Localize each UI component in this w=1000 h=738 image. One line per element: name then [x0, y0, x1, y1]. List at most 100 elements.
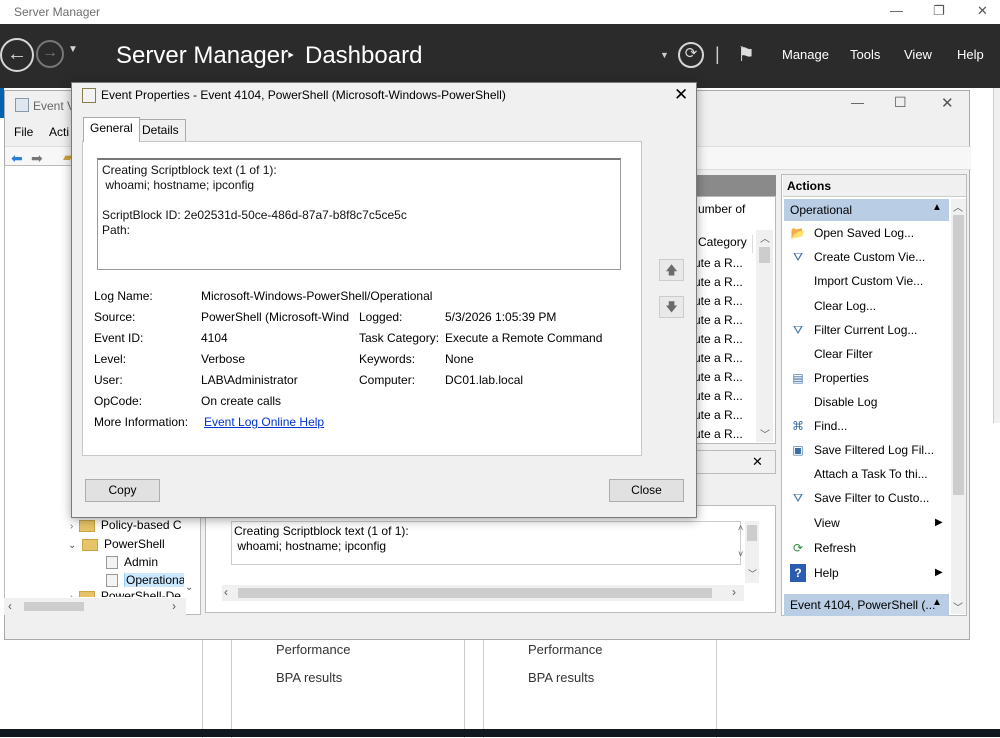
list-scrollbar[interactable]: ︿ ﹀ [756, 230, 773, 442]
collapse-icon[interactable]: ▲ [932, 202, 942, 213]
event-log-online-help-link[interactable]: Event Log Online Help [204, 415, 324, 429]
collapse-icon[interactable]: ▲ [932, 597, 942, 608]
history-dropdown-icon[interactable]: ▼ [68, 44, 78, 55]
event-row-category[interactable]: ute a R... [694, 332, 743, 346]
scroll-down-icon[interactable]: ˅ [738, 549, 743, 559]
tab-details[interactable]: Details [135, 119, 186, 141]
scroll-down-icon[interactable]: ﹀ [748, 567, 757, 580]
action-item[interactable]: Clear Log... [790, 297, 950, 319]
action-item[interactable]: ▣ Save Filtered Log Fil... [790, 441, 950, 463]
close-preview-icon[interactable]: ✕ [752, 454, 763, 470]
menu-help[interactable]: Help [957, 47, 984, 62]
tile-performance[interactable]: Performance [276, 642, 350, 657]
scroll-thumb[interactable] [953, 215, 964, 495]
tab-general[interactable]: General [83, 117, 140, 142]
next-event-button[interactable]: 🡇 [659, 296, 684, 318]
logged-value: 5/3/2026 1:05:39 PM [445, 310, 557, 324]
scroll-right-icon[interactable]: › [732, 585, 736, 599]
action-item[interactable]: ⛛ Filter Current Log... [790, 321, 950, 343]
grid-header [696, 175, 776, 197]
event-properties-dialog: Event Properties - Event 4104, PowerShel… [71, 82, 697, 518]
tree-horizontal-scrollbar[interactable]: ‹ › [4, 598, 186, 615]
menu-file[interactable]: File [14, 125, 33, 139]
preview-text: Creating Scriptblock text (1 of 1): whoa… [231, 521, 741, 565]
event-row-category[interactable]: ute a R... [694, 370, 743, 384]
actions-scrollbar[interactable]: ︿ ﹀ [951, 199, 966, 614]
event-row-category[interactable]: ute a R... [694, 408, 743, 422]
refresh-icon[interactable]: ⟳ [678, 42, 704, 68]
scroll-left-icon[interactable]: ‹ [224, 585, 228, 599]
event-row-category[interactable]: ute a R... [694, 275, 743, 289]
scroll-thumb[interactable] [24, 602, 84, 611]
event-row-category[interactable]: ute a R... [694, 294, 743, 308]
maximize-icon[interactable]: ☐ [894, 94, 907, 111]
event-row-category[interactable]: ute a R... [694, 389, 743, 403]
action-item[interactable]: Disable Log [790, 393, 950, 415]
scroll-up-icon[interactable]: ˄ [738, 523, 743, 533]
tile-performance[interactable]: Performance [528, 642, 602, 657]
tile-bpa-results[interactable]: BPA results [528, 670, 594, 685]
tree-item-operational[interactable]: Operational [106, 573, 184, 588]
previous-event-button[interactable]: 🡅 [659, 259, 684, 281]
scroll-right-icon[interactable]: › [172, 599, 176, 613]
tree-item-powershell-de[interactable]: › PowerShell-De [70, 589, 182, 597]
scroll-down-icon[interactable]: ⌄ [185, 582, 193, 593]
scroll-down-icon[interactable]: ﹀ [953, 599, 963, 614]
menu-manage[interactable]: Manage [782, 47, 829, 62]
forward-icon[interactable]: → [36, 40, 64, 68]
tree-item-admin[interactable]: Admin [106, 555, 158, 570]
scroll-thumb[interactable] [759, 247, 770, 263]
action-item[interactable]: ⛛ Save Filter to Custo... [790, 489, 950, 511]
scroll-down-icon[interactable]: ﹀ [760, 426, 770, 441]
event-row-category[interactable]: ute a R... [694, 427, 743, 441]
event-row-category[interactable]: ute a R... [694, 256, 743, 270]
log-icon [106, 574, 118, 588]
close-icon[interactable]: ✕ [674, 85, 688, 105]
minimize-icon[interactable]: — [890, 3, 903, 18]
back-icon[interactable]: ← [0, 38, 34, 72]
level-value: Verbose [201, 352, 246, 366]
close-button[interactable]: Close [609, 479, 684, 502]
window-title: Server Manager [14, 5, 101, 19]
menu-tools[interactable]: Tools [850, 47, 880, 62]
actions-section-operational[interactable]: Operational ▲ [784, 199, 949, 221]
action-item[interactable]: ▤ Properties [790, 369, 950, 391]
copy-button[interactable]: Copy [85, 479, 160, 502]
action-item[interactable]: ? Help [790, 564, 950, 586]
action-item[interactable]: Attach a Task To thi... [790, 465, 950, 487]
action-item[interactable]: View [790, 514, 950, 536]
action-item[interactable]: Clear Filter [790, 345, 950, 367]
restore-icon[interactable]: ❐ [933, 3, 945, 19]
tile-bpa-results[interactable]: BPA results [276, 670, 342, 685]
column-header-category[interactable]: Category [698, 235, 753, 253]
preview-v-scrollbar[interactable]: ﹀ [745, 521, 759, 583]
actions-section-event[interactable]: Event 4104, PowerShell (... ▲ [784, 594, 949, 616]
scroll-thumb[interactable] [747, 525, 757, 541]
scroll-up-icon[interactable]: ︿ [760, 230, 770, 245]
action-item[interactable]: 📂 Open Saved Log... [790, 224, 950, 246]
action-item[interactable]: ⌘ Find... [790, 417, 950, 439]
scroll-left-icon[interactable]: ‹ [8, 599, 12, 613]
menu-view[interactable]: View [904, 47, 932, 62]
close-icon[interactable]: ✕ [977, 3, 988, 19]
notifications-dropdown-icon[interactable]: ▼ [660, 50, 669, 60]
divider: | [715, 44, 720, 64]
action-item-label: Help [814, 566, 839, 580]
preview-h-scrollbar[interactable]: ‹ › [222, 585, 744, 601]
tree-item-policy[interactable]: › Policy-based C [70, 518, 182, 532]
close-icon[interactable]: ✕ [941, 94, 954, 112]
outer-scrollbar[interactable] [993, 88, 1000, 423]
level-label: Level: [94, 352, 127, 366]
scroll-up-icon[interactable]: ︿ [953, 199, 963, 214]
action-item-label: Find... [814, 419, 848, 433]
scroll-thumb[interactable] [238, 588, 712, 598]
flag-icon[interactable]: ⚑ [737, 42, 755, 67]
event-row-category[interactable]: ute a R... [694, 351, 743, 365]
tree-item-powershell[interactable]: ⌄ PowerShell [68, 537, 165, 551]
action-item[interactable]: Import Custom Vie... [790, 272, 950, 294]
action-item[interactable]: ⟳ Refresh [790, 539, 950, 561]
action-item[interactable]: ⛛ Create Custom Vie... [790, 248, 950, 270]
menu-action[interactable]: Acti [49, 125, 69, 139]
minimize-icon[interactable]: — [851, 95, 864, 110]
event-row-category[interactable]: ute a R... [694, 313, 743, 327]
